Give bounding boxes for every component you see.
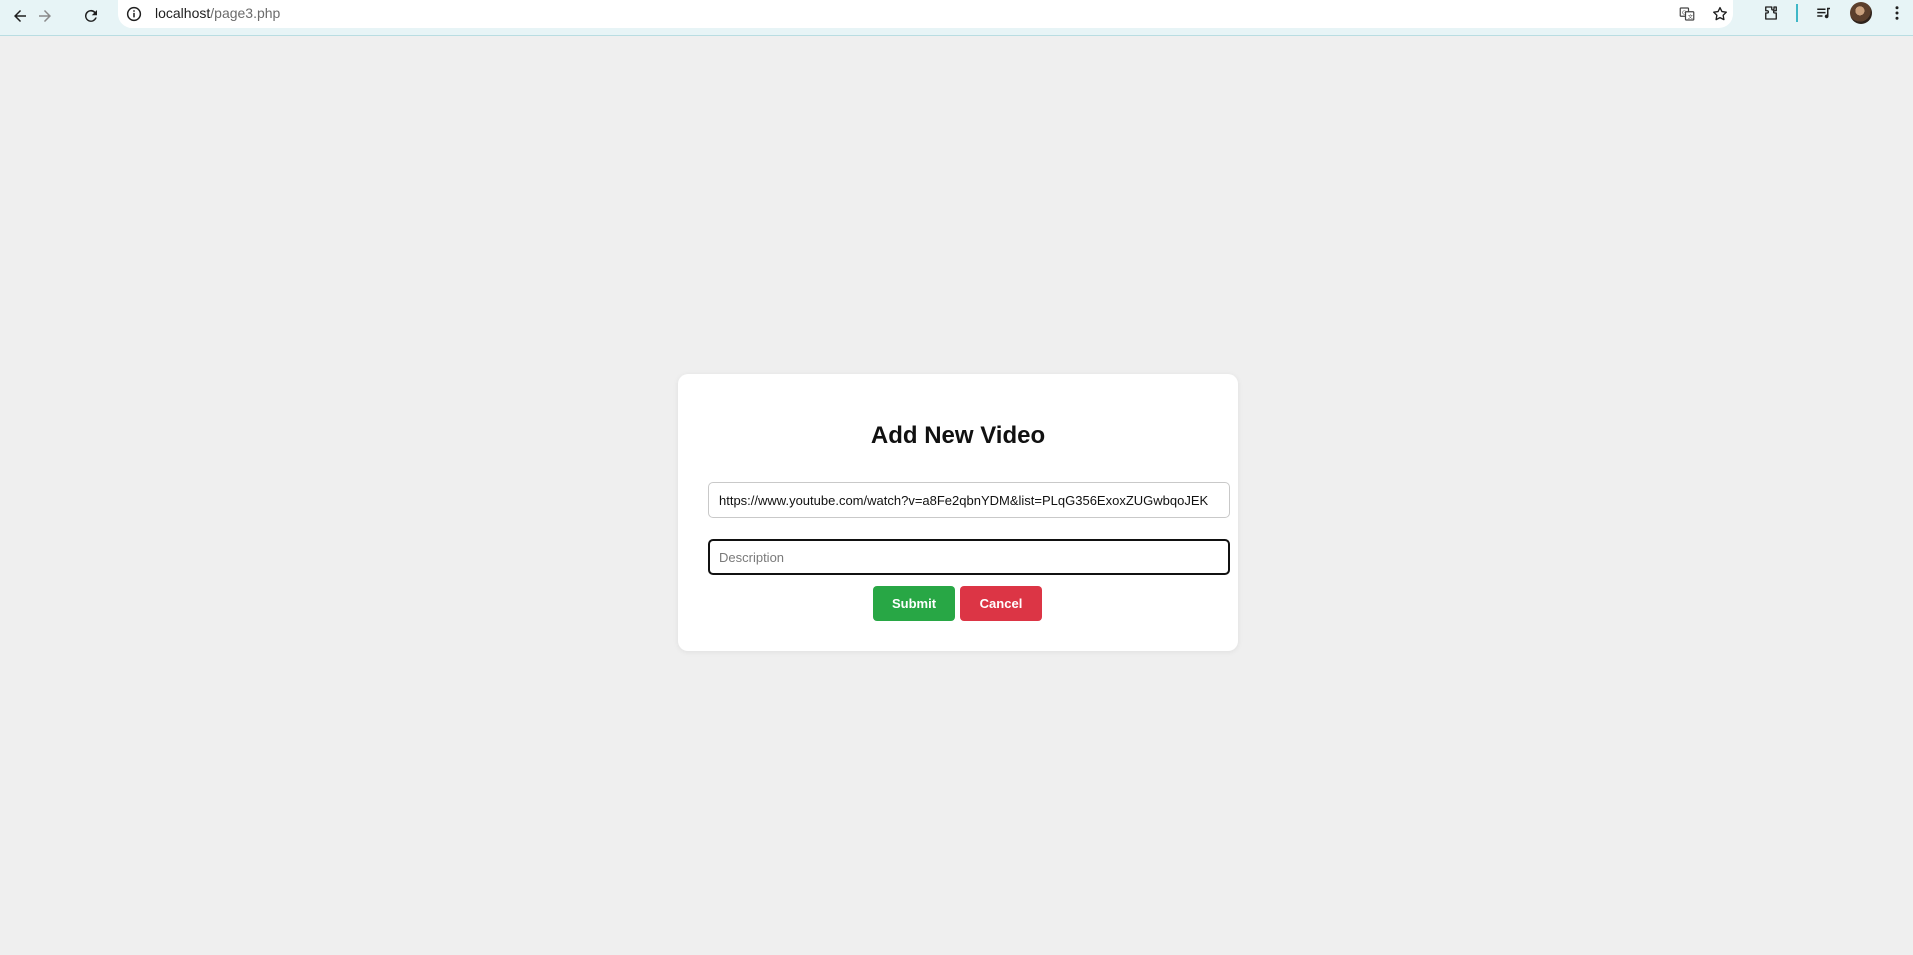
forward-icon (39, 10, 51, 22)
address-bar[interactable]: localhost/page3.php G文 (118, 0, 1733, 28)
back-button[interactable] (6, 2, 34, 30)
reading-list-icon (1817, 7, 1830, 19)
forward-button[interactable] (31, 2, 59, 30)
browser-toolbar: localhost/page3.php G文 (0, 0, 1913, 36)
url-text[interactable]: localhost/page3.php (155, 5, 280, 21)
reload-icon (84, 9, 97, 22)
form-title: Add New Video (870, 422, 1046, 449)
cancel-button[interactable]: Cancel (960, 586, 1042, 621)
extensions-icon (1765, 6, 1777, 20)
bookmark-star-icon[interactable] (1708, 2, 1732, 26)
translate-icon[interactable]: G文 (1675, 2, 1699, 26)
profile-avatar[interactable] (1850, 2, 1872, 24)
reading-list-button[interactable] (1809, 0, 1839, 26)
toolbar-divider (1796, 4, 1798, 22)
browser-menu-button[interactable] (1882, 0, 1912, 26)
description-input[interactable] (708, 539, 1230, 575)
svg-text:G: G (1682, 10, 1686, 16)
site-info-icon[interactable] (124, 4, 144, 24)
url-host: localhost (155, 5, 211, 21)
reload-button[interactable] (77, 2, 105, 30)
back-icon (14, 10, 26, 22)
url-path: /page3.php (210, 5, 281, 21)
menu-icon (1895, 6, 1899, 20)
video-url-input[interactable] (708, 482, 1230, 518)
extensions-button[interactable] (1756, 0, 1786, 26)
add-video-card: Add New Video Submit Cancel (678, 374, 1238, 651)
submit-button[interactable]: Submit (873, 586, 955, 621)
